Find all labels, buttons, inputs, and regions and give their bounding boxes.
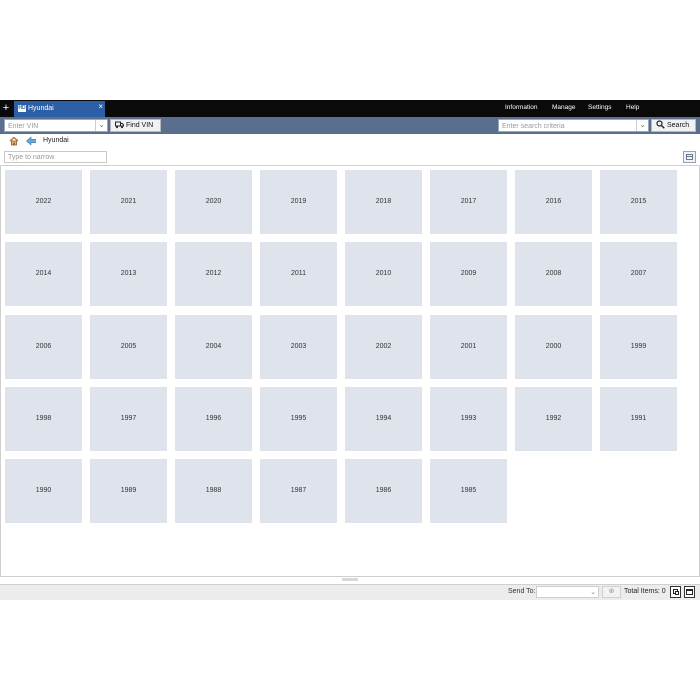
list-view-icon[interactable] (683, 151, 696, 163)
year-tile[interactable]: 1998 (5, 387, 82, 451)
year-grid: 2022 2021 2020 2019 2018 2017 2016 2015 … (0, 165, 700, 577)
send-to-label: Send To: (508, 588, 536, 595)
magnifier-icon (656, 120, 665, 132)
search-criteria-input[interactable]: Enter search criteria ⌄ (498, 119, 649, 132)
year-tile[interactable]: 2020 (175, 170, 252, 234)
year-tile[interactable]: 1988 (175, 459, 252, 523)
year-tile[interactable]: 1987 (260, 459, 337, 523)
send-to-select[interactable]: ⌄ (536, 586, 599, 598)
year-tile[interactable]: 1995 (260, 387, 337, 451)
year-tile[interactable]: 1990 (5, 459, 82, 523)
year-tile[interactable]: 2004 (175, 315, 252, 379)
toolbar: Enter VIN ⌄ Find VIN Enter search criter… (0, 117, 700, 134)
year-tile[interactable]: 2010 (345, 242, 422, 306)
search-button[interactable]: Search (651, 119, 696, 132)
year-tile[interactable]: 2005 (90, 315, 167, 379)
restore-window-icon[interactable] (670, 586, 681, 598)
narrow-filter-input[interactable]: Type to narrow (4, 151, 107, 163)
year-tile[interactable]: 1993 (430, 387, 507, 451)
total-items-count: Total Items: 0 (624, 588, 666, 595)
year-tile[interactable]: 2012 (175, 242, 252, 306)
back-arrow-icon[interactable] (26, 136, 36, 146)
year-tile[interactable]: 2008 (515, 242, 592, 306)
year-tile[interactable]: 1996 (175, 387, 252, 451)
menu-information[interactable]: Information (505, 103, 538, 113)
year-tile[interactable]: 1997 (90, 387, 167, 451)
year-tile[interactable]: 2014 (5, 242, 82, 306)
breadcrumb: Hyundai (0, 134, 700, 149)
find-vin-button[interactable]: Find VIN (110, 119, 161, 132)
menu-help[interactable]: Help (626, 103, 639, 113)
year-tile[interactable]: 2003 (260, 315, 337, 379)
chevron-down-icon[interactable]: ⌄ (95, 120, 107, 131)
maximize-window-icon[interactable] (684, 586, 695, 598)
year-tile[interactable]: 2001 (430, 315, 507, 379)
year-tile[interactable]: 1991 (600, 387, 677, 451)
year-tile[interactable]: 2021 (90, 170, 167, 234)
year-tile[interactable]: 1985 (430, 459, 507, 523)
year-tile[interactable]: 2011 (260, 242, 337, 306)
status-bar: Send To: ⌄ ⊕ Total Items: 0 (0, 584, 700, 600)
tab-hyundai[interactable]: HD Hyundai × (14, 101, 105, 117)
vin-placeholder: Enter VIN (8, 123, 39, 130)
close-tab-icon[interactable]: × (98, 102, 103, 111)
send-button[interactable]: ⊕ (602, 586, 621, 598)
year-tile[interactable]: 2006 (5, 315, 82, 379)
find-vin-label: Find VIN (126, 122, 154, 129)
year-tile[interactable]: 2022 (5, 170, 82, 234)
title-bar: + HD Hyundai × Information Manage Settin… (0, 100, 700, 117)
year-tile[interactable]: 2017 (430, 170, 507, 234)
home-icon[interactable] (9, 136, 19, 146)
menu-manage[interactable]: Manage (552, 103, 576, 113)
year-tile[interactable]: 2002 (345, 315, 422, 379)
search-placeholder: Enter search criteria (502, 123, 565, 130)
year-tile[interactable]: 2016 (515, 170, 592, 234)
filter-placeholder: Type to narrow (8, 154, 55, 161)
year-tile[interactable]: 2018 (345, 170, 422, 234)
new-tab-button[interactable]: + (1, 101, 11, 115)
tab-label: Hyundai (28, 105, 54, 112)
year-tile[interactable]: 1989 (90, 459, 167, 523)
search-label: Search (667, 122, 690, 129)
year-tile[interactable]: 2019 (260, 170, 337, 234)
year-tile[interactable]: 2009 (430, 242, 507, 306)
vin-input[interactable]: Enter VIN ⌄ (4, 119, 108, 132)
year-tile[interactable]: 2000 (515, 315, 592, 379)
chevron-down-icon[interactable]: ⌄ (636, 120, 648, 131)
breadcrumb-hyundai[interactable]: Hyundai (43, 137, 69, 144)
truck-icon (115, 120, 124, 132)
menu-settings[interactable]: Settings (588, 103, 612, 113)
app-window: + HD Hyundai × Information Manage Settin… (0, 100, 700, 600)
year-tile[interactable]: 1992 (515, 387, 592, 451)
year-tile[interactable]: 2015 (600, 170, 677, 234)
panel-splitter-handle[interactable] (342, 578, 358, 581)
year-tile[interactable]: 1986 (345, 459, 422, 523)
year-tile[interactable]: 1999 (600, 315, 677, 379)
hyundai-logo-icon: HD (18, 105, 26, 112)
year-tile[interactable]: 2007 (600, 242, 677, 306)
chevron-down-icon[interactable]: ⌄ (590, 588, 596, 598)
year-tile[interactable]: 2013 (90, 242, 167, 306)
year-tile[interactable]: 1994 (345, 387, 422, 451)
